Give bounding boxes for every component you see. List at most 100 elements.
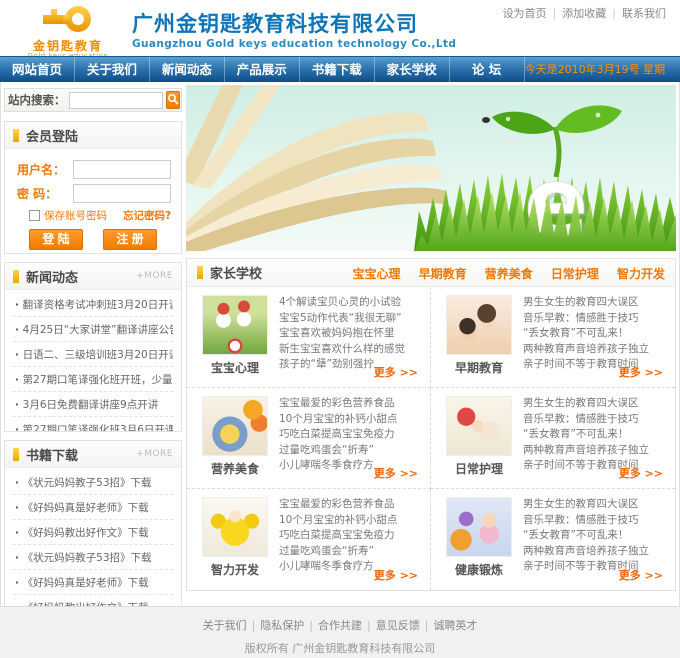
article-link[interactable]: 宝宝5动作代表“我很无聊” — [279, 311, 424, 327]
gold-bar-icon — [13, 448, 19, 461]
nav-parents-school[interactable]: 家长学校 — [375, 57, 450, 82]
article-link[interactable]: 10个月宝宝的补钙小甜点 — [279, 412, 424, 428]
block-caption[interactable]: 健康锻炼 — [439, 561, 519, 578]
nav-home[interactable]: 网站首页 — [0, 57, 75, 82]
article-link[interactable]: 巧吃白菜提高宝宝免疫力 — [279, 427, 424, 443]
search-input[interactable] — [69, 92, 163, 109]
block-intelligence: 智力开发 宝宝最爱的彩色营养食品 10个月宝宝的补钙小甜点 巧吃白菜提高宝宝免疫… — [187, 489, 431, 590]
block-early-education: 早期教育 男生女生的教育四大误区 音乐早教：情感胜于技巧 “丢女教育”不可乱来！… — [431, 287, 675, 388]
search-button[interactable] — [166, 91, 180, 109]
login-panel-header: 会员登陆 — [5, 122, 181, 149]
article-link[interactable]: “丢女教育”不可乱来！ — [523, 528, 669, 544]
more-link[interactable]: 更多 >> — [374, 364, 418, 380]
article-link[interactable]: 宝宝最爱的彩色营养食品 — [279, 497, 424, 513]
footer-jobs-link[interactable]: 诚聘英才 — [433, 619, 477, 632]
article-link[interactable]: 男生女生的教育四大误区 — [523, 396, 669, 412]
article-link[interactable]: 音乐早教：情感胜于技巧 — [523, 412, 669, 428]
more-link[interactable]: 更多 >> — [374, 567, 418, 583]
more-link[interactable]: 更多 >> — [619, 567, 663, 583]
news-item[interactable]: 日语二、三级培训班3月20日开课 — [13, 342, 173, 367]
set-homepage-link[interactable]: 设为首页 — [503, 7, 547, 20]
article-link[interactable]: 男生女生的教育四大误区 — [523, 295, 669, 311]
remember-label: 保存账号密码 — [44, 208, 107, 223]
block-caption[interactable]: 宝宝心理 — [195, 359, 275, 376]
footer-about-link[interactable]: 关于我们 — [203, 619, 247, 632]
book-item[interactable]: 《状元妈妈教子53招》下载 — [13, 545, 173, 570]
nav-book-download[interactable]: 书籍下载 — [300, 57, 375, 82]
news-item[interactable]: 第27期口笔译强化班开班，少量名额插班 — [13, 367, 173, 392]
footer-privacy-link[interactable]: 隐私保护 — [260, 619, 304, 632]
block-baby-psychology: 宝宝心理 4个解读宝贝心灵的小试验 宝宝5动作代表“我很无聊” 宝宝喜欢被妈妈抱… — [187, 287, 431, 388]
photo-baby-red-hat[interactable] — [446, 396, 512, 456]
book-item[interactable]: 《状元妈妈教子53招》下载 — [13, 470, 173, 495]
article-link[interactable]: “丢女教育”不可乱来！ — [523, 326, 669, 342]
login-button[interactable]: 登 陆 — [29, 229, 83, 250]
nav-news[interactable]: 新闻动态 — [150, 57, 225, 82]
article-link[interactable]: 两种教育声音培养孩子独立 — [523, 544, 669, 560]
site-search-bar: 站内搜索： — [4, 88, 182, 112]
article-link[interactable]: “丢女教育”不可乱来！ — [523, 427, 669, 443]
block-photo-wrap: 早期教育 — [439, 295, 519, 385]
parents-school-tabs: 宝宝心理 早期教育 营养美食 日常护理 智力开发 — [340, 263, 665, 282]
remember-checkbox[interactable] — [29, 210, 40, 221]
block-caption[interactable]: 营养美食 — [195, 460, 275, 477]
article-link[interactable]: 过量吃鸡蛋会“折寿” — [279, 443, 424, 459]
sidebar: 站内搜索： 会员登陆 用户名： — [4, 88, 182, 609]
nav-products[interactable]: 产品展示 — [225, 57, 300, 82]
block-caption[interactable]: 智力开发 — [195, 561, 275, 578]
article-link[interactable]: 宝宝喜欢被妈妈抱在怀里 — [279, 326, 424, 342]
photo-baby-chick-costume[interactable] — [202, 497, 268, 557]
article-link[interactable]: 宝宝最爱的彩色营养食品 — [279, 396, 424, 412]
nav-forum[interactable]: 论 坛 — [450, 57, 525, 82]
book-item[interactable]: 《好妈妈真是好老师》下载 — [13, 495, 173, 520]
news-item[interactable]: 第27期口笔译强化班3月6日开课 — [13, 417, 173, 432]
tab-baby-psychology[interactable]: 宝宝心理 — [353, 267, 401, 281]
add-favorite-link[interactable]: 添加收藏 — [562, 7, 606, 20]
forgot-password-link[interactable]: 忘记密码? — [123, 208, 171, 223]
books-panel: 书籍下载 +MORE 《状元妈妈教子53招》下载 《好妈妈真是好老师》下载 《好… — [4, 440, 182, 609]
article-link[interactable]: 4个解读宝贝心灵的小试验 — [279, 295, 424, 311]
footer-cooperation-link[interactable]: 合作共建 — [318, 619, 362, 632]
logo[interactable]: 金钥匙教育 Gold keys education — [8, 2, 128, 61]
more-link[interactable]: 更多 >> — [619, 465, 663, 481]
article-link[interactable]: 新生宝宝喜欢什么样的感觉 — [279, 342, 424, 358]
register-button[interactable]: 注 册 — [103, 229, 157, 250]
nav-about[interactable]: 关于我们 — [75, 57, 150, 82]
block-caption[interactable]: 日常护理 — [439, 460, 519, 477]
more-link[interactable]: 更多 >> — [374, 465, 418, 481]
username-field[interactable] — [73, 160, 171, 179]
parents-school-section: 家长学校 宝宝心理 早期教育 营养美食 日常护理 智力开发 宝宝心理 4个解读宝… — [186, 258, 676, 591]
password-label: 密 码： — [17, 185, 73, 202]
article-link[interactable]: 两种教育声音培养孩子独立 — [523, 342, 669, 358]
news-item[interactable]: 4月25日“大家讲堂”翻译讲座公告 — [13, 317, 173, 342]
article-link[interactable]: 音乐早教：情感胜于技巧 — [523, 311, 669, 327]
tab-nutrition-food[interactable]: 营养美食 — [485, 267, 533, 281]
contact-us-link[interactable]: 联系我们 — [622, 7, 666, 20]
book-item[interactable]: 《好妈妈教出好作文》下载 — [13, 520, 173, 545]
news-item[interactable]: 翻译资格考试冲刺班3月20日开课 — [13, 292, 173, 317]
footer-feedback-link[interactable]: 意见反馈 — [376, 619, 420, 632]
book-item[interactable]: 《好妈妈真是好老师》下载 — [13, 570, 173, 595]
password-field[interactable] — [73, 184, 171, 203]
photo-kids-soccer[interactable] — [202, 295, 268, 355]
news-more-link[interactable]: +MORE — [136, 271, 173, 281]
tab-early-education[interactable]: 早期教育 — [419, 267, 467, 281]
books-more-link[interactable]: +MORE — [136, 449, 173, 459]
more-link[interactable]: 更多 >> — [619, 364, 663, 380]
article-link[interactable]: 男生女生的教育四大误区 — [523, 497, 669, 513]
photo-mother-child[interactable] — [446, 295, 512, 355]
tab-intelligence[interactable]: 智力开发 — [617, 267, 665, 281]
block-caption[interactable]: 早期教育 — [439, 359, 519, 376]
article-link[interactable]: 两种教育声音培养孩子独立 — [523, 443, 669, 459]
news-item[interactable]: 3月6日免费翻译讲座9点开讲 — [13, 392, 173, 417]
photo-toddler-toy[interactable] — [446, 497, 512, 557]
article-link[interactable]: 音乐早教：情感胜于技巧 — [523, 513, 669, 529]
company-name-cn: 广州金钥匙教育科技有限公司 — [132, 11, 456, 37]
divider: | — [553, 7, 557, 20]
tab-daily-care[interactable]: 日常护理 — [551, 267, 599, 281]
article-link[interactable]: 过量吃鸡蛋会“折寿” — [279, 544, 424, 560]
article-link[interactable]: 10个月宝宝的补钙小甜点 — [279, 513, 424, 529]
login-options-row: 保存账号密码 忘记密码? — [29, 208, 173, 223]
article-link[interactable]: 巧吃白菜提高宝宝免疫力 — [279, 528, 424, 544]
photo-food-plate[interactable] — [202, 396, 268, 456]
